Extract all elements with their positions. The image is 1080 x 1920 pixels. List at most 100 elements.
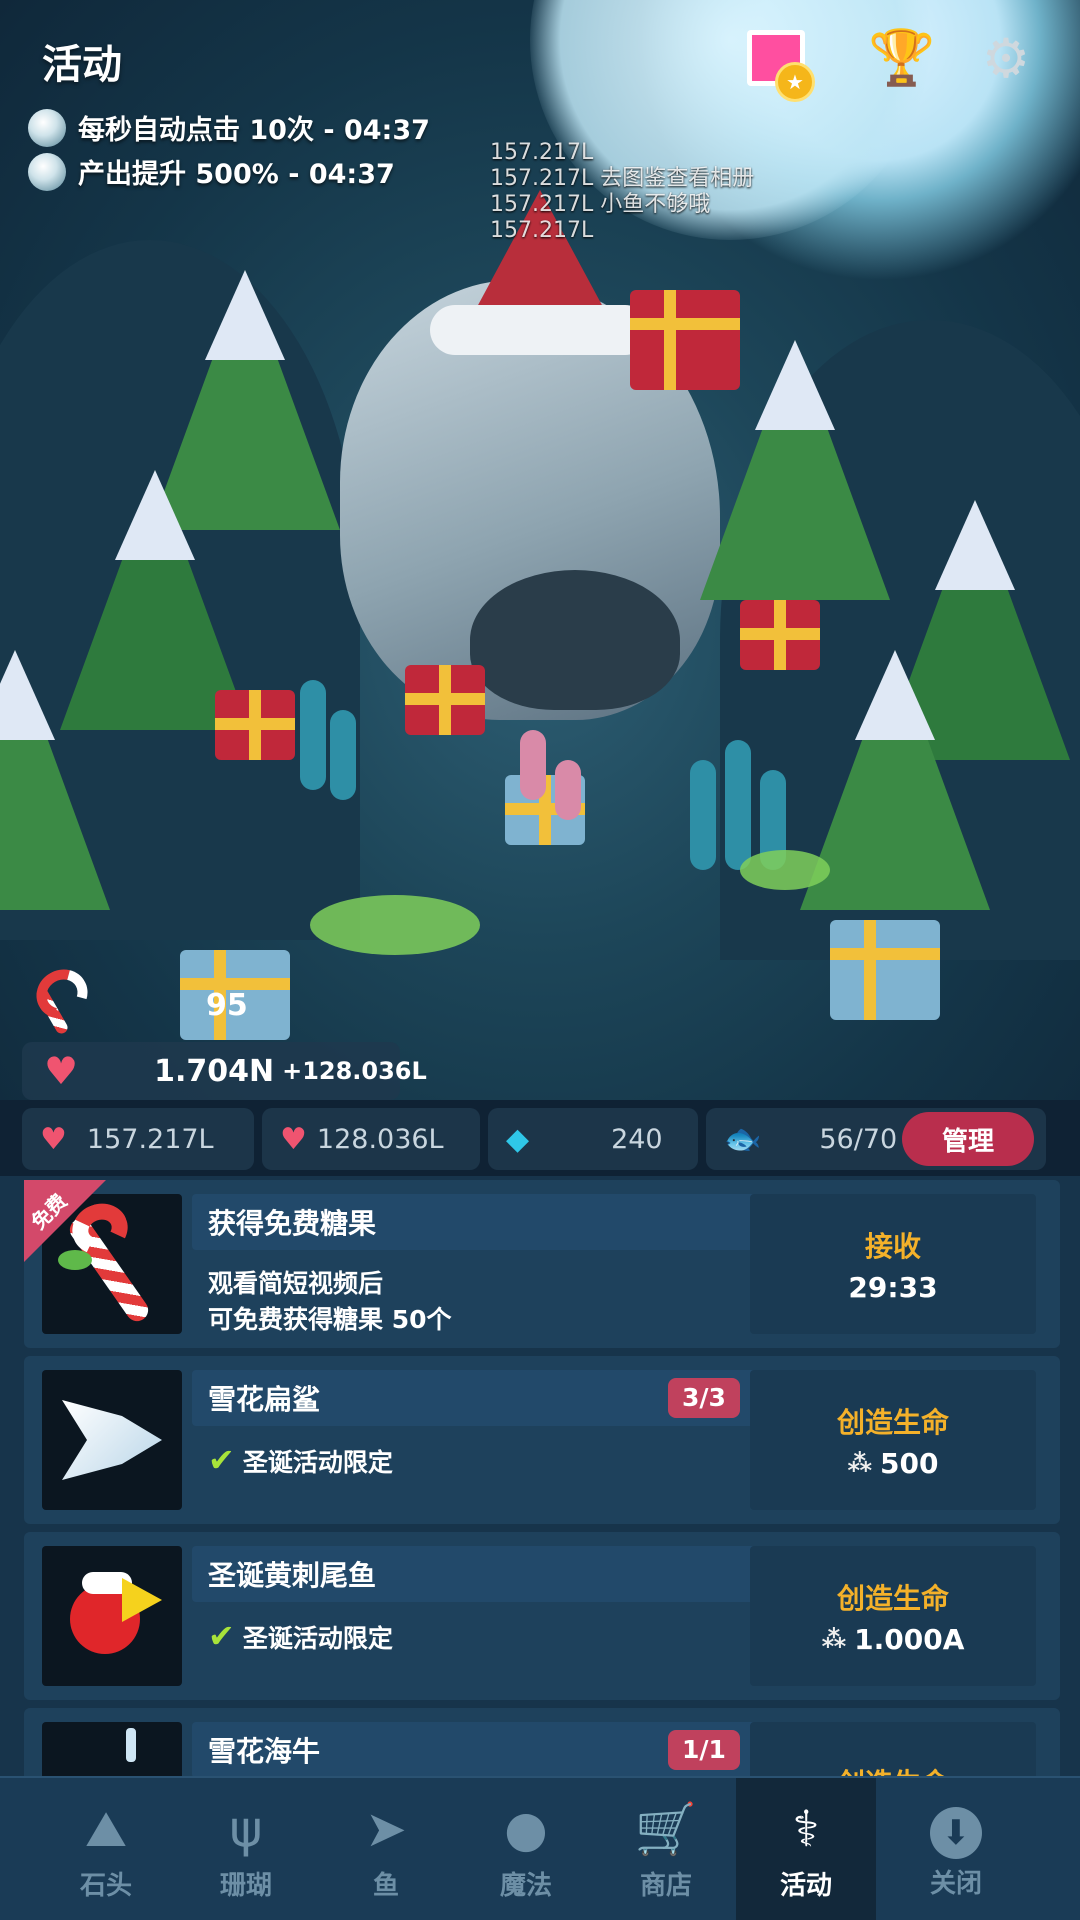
photo-album-icon[interactable]: ★ [740,22,815,102]
nav-close[interactable]: ⬇ 关闭 [886,1778,1026,1920]
floating-line: 157.217L [490,140,594,165]
yellow-face-shape [122,1578,162,1622]
nav-label: 关闭 [929,1868,982,1899]
nav-tab-rock[interactable]: ⛰ 石头 [36,1778,176,1920]
heart-icon: ♥ [44,1049,79,1093]
action-cost: ⁂ 500 [847,1447,938,1480]
desc-line: 圣诞活动限定 [242,1448,393,1477]
floating-line: 157.217L 小鱼不够哦 [490,192,711,217]
list-item: 雪花海牛 1/1 创造生命 [24,1708,1060,1776]
floating-notifications: 157.217L 157.217L 去图鉴查看相册 157.217L 小鱼不够哦… [490,140,754,244]
desc-line: 观看简短视频后 [208,1269,384,1298]
santa-hat-brim [430,305,650,355]
hearts-total-bar: ♥ 1.704N +128.036L [22,1042,427,1100]
item-description: 观看简短视频后 可免费获得糖果 50个 [208,1266,452,1338]
coral [725,740,751,870]
nav-tab-event[interactable]: ⚕ 活动 [736,1778,876,1920]
item-thumbnail [42,1370,182,1510]
coral [330,710,356,800]
manage-button[interactable]: 管理 [902,1112,1034,1166]
list-item: 圣诞黄刺尾鱼 ✔ 圣诞活动限定 创造生命 ⁂ 1.000A [24,1532,1060,1700]
floating-line: 157.217L [490,218,594,243]
nav-tab-magic[interactable]: ● 魔法 [456,1778,596,1920]
nav-label: 活动 [779,1870,832,1901]
tap-hearts-stat: ♥ 157.217L [22,1108,254,1170]
candy-counter: 95 [26,968,248,1038]
check-icon: ✔ [208,1617,235,1655]
candy-cost-icon: ⁂ [821,1625,847,1653]
green-plate-coral [740,850,830,890]
fish-value: 56/70 [819,1123,898,1155]
action-label: 创造生命 [837,1762,949,1776]
create-life-button[interactable]: 创造生命 [750,1722,1036,1776]
action-timer: 29:33 [848,1270,938,1304]
count-badge: 3/3 [668,1378,740,1418]
snowflake-seaslug-image [126,1728,136,1762]
list-item: 免费 获得免费糖果 观看简短视频后 可免费获得糖果 50个 接收 29:33 [24,1180,1060,1348]
gems-stat: ◆ 240 [488,1108,698,1170]
nav-label: 珊瑚 [219,1870,272,1901]
item-name: 雪花扁鲨 [208,1383,321,1416]
medal-icon: ★ [775,62,815,102]
gift-box [215,690,295,760]
buff-auto-click: 每秒自动点击 10次 - 04:37 [28,108,430,147]
crystal-ball-icon: ● [504,1799,548,1858]
nav-tab-coral[interactable]: ψ 珊瑚 [176,1778,316,1920]
gear-icon[interactable]: ⚙ [970,22,1042,94]
floating-line: 157.217L 去图鉴查看相册 [490,166,755,191]
nav-label: 魔法 [499,1870,552,1901]
trophy-icon[interactable]: 🏆 [866,22,938,94]
item-description: ✔ 圣诞活动限定 [208,1618,393,1657]
tap-heart-icon: ♥ [40,1121,67,1157]
cost-value: 1.000A [854,1622,965,1656]
receive-button[interactable]: 接收 29:33 [750,1194,1036,1334]
coral [555,760,581,820]
idle-heart-icon: ♥ [280,1121,307,1157]
buff-output-boost: 产出提升 500% - 04:37 [28,152,395,191]
stats-row: ♥ 157.217L ♥ 128.036L ◆ 240 🐟 56/70 管理 [22,1108,1058,1170]
page-title: 活动 [42,42,122,88]
hearts-rate: +128.036L [282,1057,427,1085]
hearts-total: 1.704N [154,1053,275,1089]
idle-hearts-stat: ♥ 128.036L [262,1108,480,1170]
photo-frame: ★ [747,30,815,102]
nav-label: 商店 [639,1870,692,1901]
desc-line: 可免费获得糖果 50个 [208,1305,452,1334]
rock-cave [470,570,680,710]
fish-icon: 🐟 [724,1121,762,1157]
item-name: 圣诞黄刺尾鱼 [208,1559,377,1592]
candy-cost-icon: ⁂ [847,1449,873,1477]
gift-box [830,920,940,1020]
rock-icon: ⛰ [85,1799,127,1858]
fish-icon: ➤ [365,1799,407,1858]
tap-hearts-value: 157.217L [86,1123,214,1155]
gift-box [740,600,820,670]
desc-line: 圣诞活动限定 [242,1624,393,1653]
create-life-button[interactable]: 创造生命 ⁂ 1.000A [750,1546,1036,1686]
event-item-list[interactable]: 免费 获得免费糖果 观看简短视频后 可免费获得糖果 50个 接收 29:33 雪… [0,1176,1080,1776]
action-cost: ⁂ 1.000A [822,1623,965,1656]
coral [690,760,716,870]
gift-box [405,665,485,735]
buff-orb-icon [28,108,66,147]
nav-tab-shop[interactable]: 🛒 商店 [596,1778,736,1920]
create-life-button[interactable]: 创造生命 ⁂ 500 [750,1370,1036,1510]
buff-text: 每秒自动点击 10次 - 04:37 [78,115,430,146]
green-plate-coral [310,895,480,955]
snowflake-shark-image [62,1400,162,1480]
nav-tab-fish[interactable]: ➤ 鱼 [316,1778,456,1920]
nav-label: 鱼 [372,1870,399,1901]
bottom-nav: ⛰ 石头 ψ 珊瑚 ➤ 鱼 ● 魔法 🛒 商店 ⚕ 活动 ⬇ 关闭 [0,1776,1080,1920]
gift-box [630,290,740,390]
coral [520,730,546,800]
coral-icon: ψ [229,1799,263,1858]
action-label: 创造生命 [836,1405,949,1439]
coral [300,680,326,790]
cart-icon: 🛒 [634,1799,698,1858]
item-thumbnail [42,1722,182,1776]
item-description: ✔ 圣诞活动限定 [208,1442,393,1481]
item-thumbnail [42,1546,182,1686]
action-label: 创造生命 [836,1581,949,1615]
candy-count: 95 [206,987,248,1023]
nav-label: 石头 [79,1870,132,1901]
